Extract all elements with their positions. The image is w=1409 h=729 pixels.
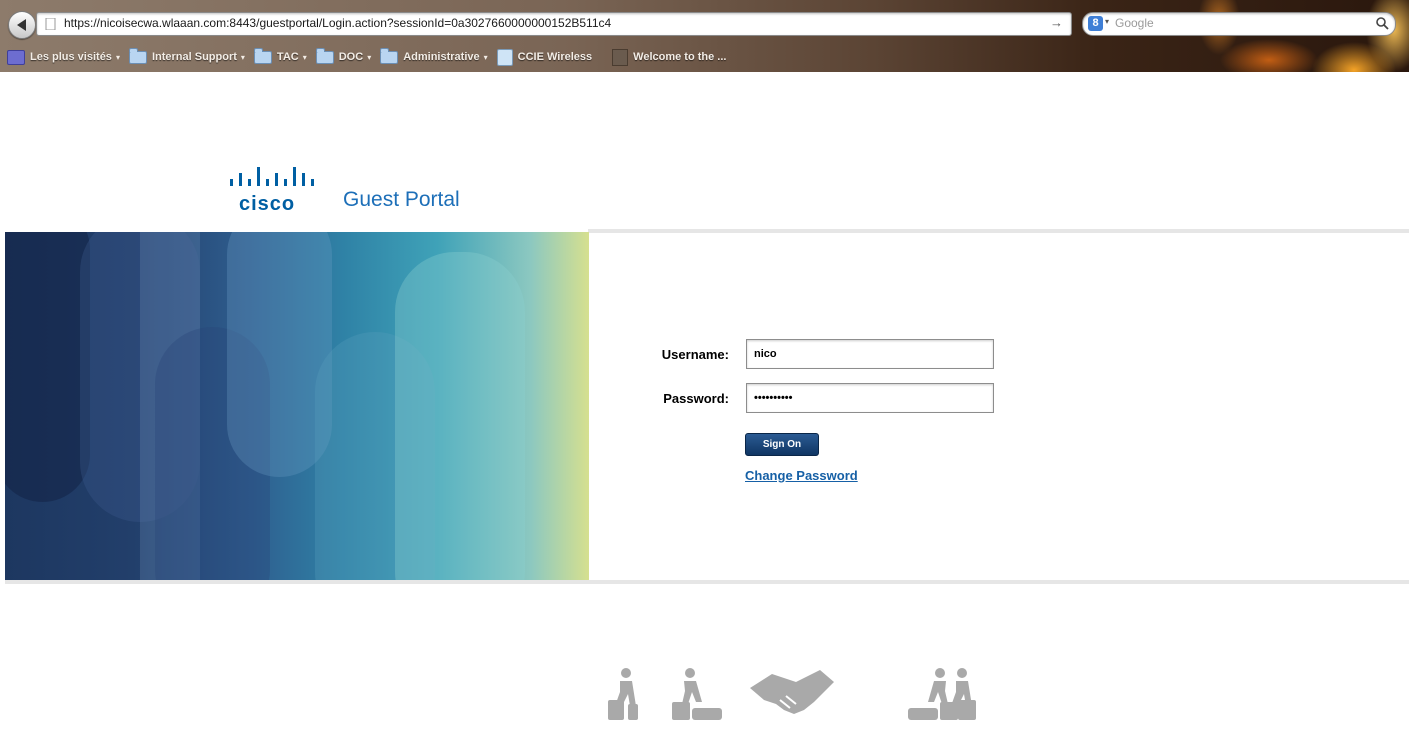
bookmark-label: Internal Support <box>151 51 237 63</box>
cisco-wordmark: cisco <box>239 193 296 215</box>
chevron-down-icon: ▾ <box>302 52 307 62</box>
traveler-bags-icon <box>672 668 722 720</box>
change-password-link[interactable]: Change Password <box>745 468 858 483</box>
url-text: https://nicoisecwa.wlaaan.com:8443/guest… <box>64 16 612 30</box>
folder-icon <box>315 47 334 64</box>
divider <box>588 229 1409 233</box>
bookmark-label: DOC <box>338 51 364 63</box>
search-placeholder: Google <box>1115 16 1154 30</box>
folder-icon <box>380 47 399 64</box>
bookmark-les-plus-visites[interactable]: Les plus visités ▾ <box>7 49 120 65</box>
bookmark-label: Les plus visités <box>30 51 112 63</box>
banner-shape <box>395 252 525 581</box>
chevron-down-icon: ▾ <box>483 52 488 62</box>
smart-folder-icon <box>7 49 25 65</box>
password-label: Password: <box>663 391 729 406</box>
footer-illustration <box>608 668 976 720</box>
chevron-down-icon: ▾ <box>367 52 372 62</box>
browser-toolbar: https://nicoisecwa.wlaaan.com:8443/guest… <box>0 0 1409 72</box>
folder-icon <box>253 47 272 64</box>
page-title: Guest Portal <box>343 188 460 211</box>
page-icon <box>612 48 629 66</box>
traveler-luggage-icon <box>944 668 976 720</box>
bookmark-ccie-wireless[interactable]: CCIE Wireless <box>496 48 593 66</box>
username-field[interactable] <box>746 339 994 369</box>
bookmark-label: CCIE Wireless <box>517 51 593 63</box>
go-arrow-icon[interactable]: → <box>1050 15 1063 30</box>
password-field[interactable] <box>746 383 994 413</box>
chevron-down-icon: ▾ <box>115 52 120 62</box>
bookmark-label: Welcome to the ... <box>633 51 727 63</box>
folder-icon <box>128 47 147 64</box>
bookmark-doc[interactable]: DOC ▾ <box>315 47 372 64</box>
bookmark-label: TAC <box>276 51 299 63</box>
bookmark-tac[interactable]: TAC ▾ <box>253 47 307 64</box>
chevron-down-icon: ▾ <box>240 52 245 62</box>
address-bar[interactable]: https://nicoisecwa.wlaaan.com:8443/guest… <box>36 12 1072 36</box>
sign-on-button[interactable]: Sign On <box>745 433 819 456</box>
bookmark-welcome[interactable]: Welcome to the ... <box>612 48 727 66</box>
back-arrow-icon <box>17 19 26 31</box>
banner-shape <box>5 232 90 502</box>
engine-dropdown-icon[interactable]: ▾ <box>1105 17 1109 26</box>
handshake-icon <box>750 670 834 714</box>
traveler-luggage-icon <box>608 668 638 720</box>
hero-banner <box>5 232 589 581</box>
username-label: Username: <box>661 347 729 362</box>
back-button[interactable] <box>8 11 36 39</box>
bookmark-administrative[interactable]: Administrative ▾ <box>380 47 488 64</box>
divider <box>5 580 1409 584</box>
page-favicon-icon <box>45 18 56 30</box>
search-icon[interactable] <box>1375 16 1389 30</box>
bookmark-label: Administrative <box>403 51 480 63</box>
bookmarks-toolbar: Les plus visités ▾ Internal Support ▾ TA… <box>0 46 1409 68</box>
bookmark-internal-support[interactable]: Internal Support ▾ <box>128 47 245 64</box>
wireless-icon <box>496 48 513 66</box>
search-bar[interactable]: 8 ▾ Google <box>1082 12 1396 36</box>
google-icon[interactable]: 8 <box>1088 16 1103 31</box>
cisco-bridge-logo-icon <box>230 167 314 186</box>
